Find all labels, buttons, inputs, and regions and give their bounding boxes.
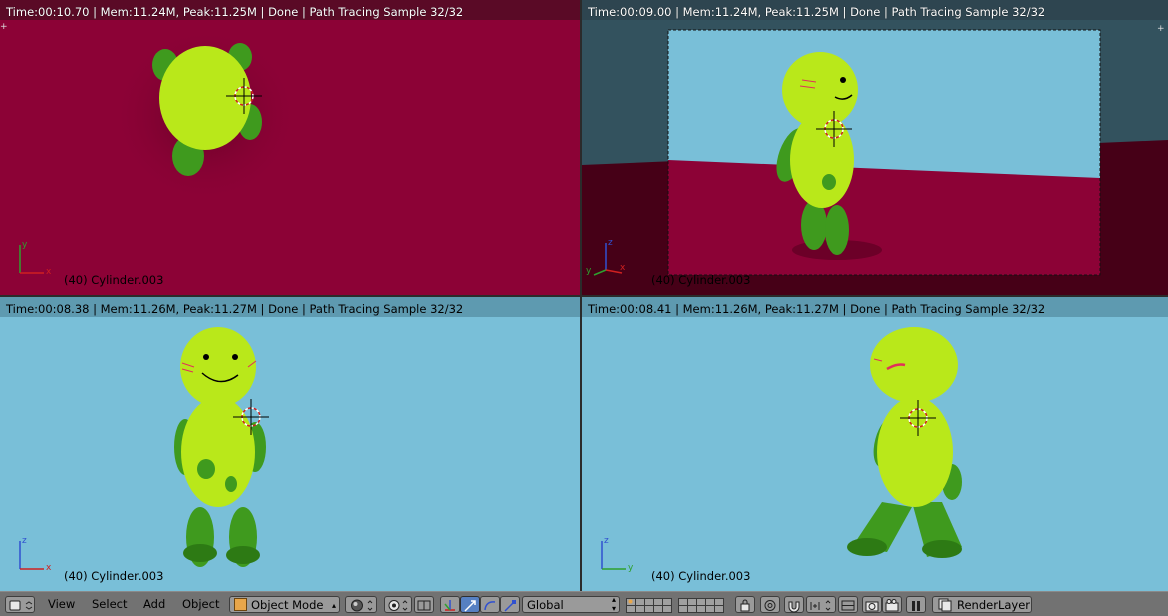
object-name: (40) Cylinder.003 (64, 569, 164, 583)
character-body (159, 46, 251, 150)
scale-icon (504, 600, 516, 612)
editor-type-icon (9, 600, 33, 611)
snap-magnet-icon (788, 601, 800, 613)
menu-view[interactable]: View (46, 596, 77, 613)
axis-gizmo: z y x (586, 238, 626, 276)
scale-manipulator-button[interactable] (500, 596, 520, 613)
snap-align-button[interactable] (838, 596, 858, 613)
render-icon (865, 601, 879, 612)
viewport-front[interactable]: Time:00:08.38 | Mem:11.26M, Peak:11.27M … (0, 297, 580, 591)
3d-view-header: View Select Add Object Object Mode ▴ Glo… (0, 591, 1168, 616)
pause-icon (912, 601, 920, 611)
split-area-icon[interactable]: + (0, 23, 9, 32)
axis-x-label: x (46, 267, 52, 277)
mode-label: Object Mode (251, 598, 324, 612)
axis-gizmo: z y (601, 536, 634, 573)
snap-element-button[interactable] (414, 596, 434, 613)
axis-x-label: x (46, 563, 52, 573)
snap-target-icon (810, 600, 831, 611)
manipulator-toggle[interactable] (440, 596, 460, 613)
snap-target-selector[interactable] (806, 596, 836, 613)
chevron-updown-icon: ▴ (331, 601, 336, 610)
viewport-camera[interactable]: Time:00:09.00 | Mem:11.24M, Peak:11.25M … (582, 0, 1168, 295)
mode-selector[interactable]: Object Mode ▴ (229, 596, 340, 613)
layers-widget[interactable] (626, 597, 732, 614)
object-name: (40) Cylinder.003 (651, 569, 751, 583)
chevron-updown-icon: ▴ ▾ (611, 595, 616, 613)
render-info: Time:00:08.38 | Mem:11.26M, Peak:11.27M … (6, 302, 464, 316)
lock-icon (740, 599, 750, 612)
menu-select[interactable]: Select (90, 596, 129, 613)
render-preview-front (174, 327, 266, 567)
layers-icon (626, 597, 724, 613)
axis-gizmo: y x (19, 240, 52, 277)
editor-type-selector[interactable] (5, 596, 35, 613)
character-head (870, 327, 958, 403)
viewport-shading-icon (351, 599, 373, 612)
lock-layers-button[interactable] (735, 596, 755, 613)
translate-manipulator-button[interactable] (460, 596, 480, 613)
character-head (782, 52, 858, 128)
pivot-icon (388, 600, 408, 611)
transform-orientation-selector[interactable]: Global ▴ ▾ (522, 595, 620, 613)
snap-align-icon (841, 600, 855, 611)
proportional-edit-button[interactable] (760, 596, 780, 613)
axis-gizmo: z x (19, 536, 52, 573)
render-layer-icon (938, 598, 952, 612)
render-layer-selector[interactable]: RenderLayer (932, 596, 1032, 613)
split-area-icon[interactable]: + (1157, 25, 1166, 34)
render-preview-right (847, 327, 962, 558)
axis-z-label: z (608, 238, 613, 248)
object-mode-icon (234, 598, 247, 611)
object-name: (40) Cylinder.003 (64, 273, 164, 287)
viewport-top[interactable]: Time:00:10.70 | Mem:11.24M, Peak:11.25M … (0, 0, 580, 295)
opengl-anim-button[interactable] (882, 596, 902, 613)
rotate-icon (484, 601, 496, 611)
menu-object[interactable]: Object (180, 596, 221, 613)
pause-render-button[interactable] (906, 596, 926, 613)
object-name: (40) Cylinder.003 (651, 273, 751, 287)
viewport-right[interactable]: Time:00:08.41 | Mem:11.26M, Peak:11.27M … (582, 297, 1168, 591)
axis-y-label: y (586, 266, 592, 276)
axis-y-label: y (22, 240, 28, 250)
render-layer-label: RenderLayer (957, 598, 1031, 612)
anim-icon (885, 599, 899, 612)
render-preview-top (110, 25, 300, 205)
render-info: Time:00:10.70 | Mem:11.24M, Peak:11.25M … (6, 5, 464, 19)
snap-icon (417, 600, 431, 611)
proportional-edit-icon (764, 600, 776, 611)
manipulator-icon (444, 600, 455, 611)
viewport-shading-selector[interactable] (345, 596, 377, 613)
translate-icon (464, 600, 476, 612)
axis-y-label: y (628, 563, 634, 573)
axis-z-label: z (22, 536, 27, 546)
render-info: Time:00:08.41 | Mem:11.26M, Peak:11.27M … (588, 302, 1046, 316)
rotate-manipulator-button[interactable] (480, 596, 500, 613)
area-divider-horizontal[interactable] (0, 295, 1168, 297)
snap-toggle-button[interactable] (784, 596, 804, 613)
character-head (180, 327, 256, 407)
pivot-selector[interactable] (384, 596, 412, 613)
render-info: Time:00:09.00 | Mem:11.24M, Peak:11.25M … (588, 5, 1046, 19)
axis-z-label: z (604, 536, 609, 546)
orientation-label: Global (527, 598, 564, 612)
axis-x-label: x (620, 263, 626, 273)
render-preview-camera (582, 29, 1168, 295)
menu-add[interactable]: Add (141, 596, 167, 613)
opengl-render-button[interactable] (862, 596, 882, 613)
